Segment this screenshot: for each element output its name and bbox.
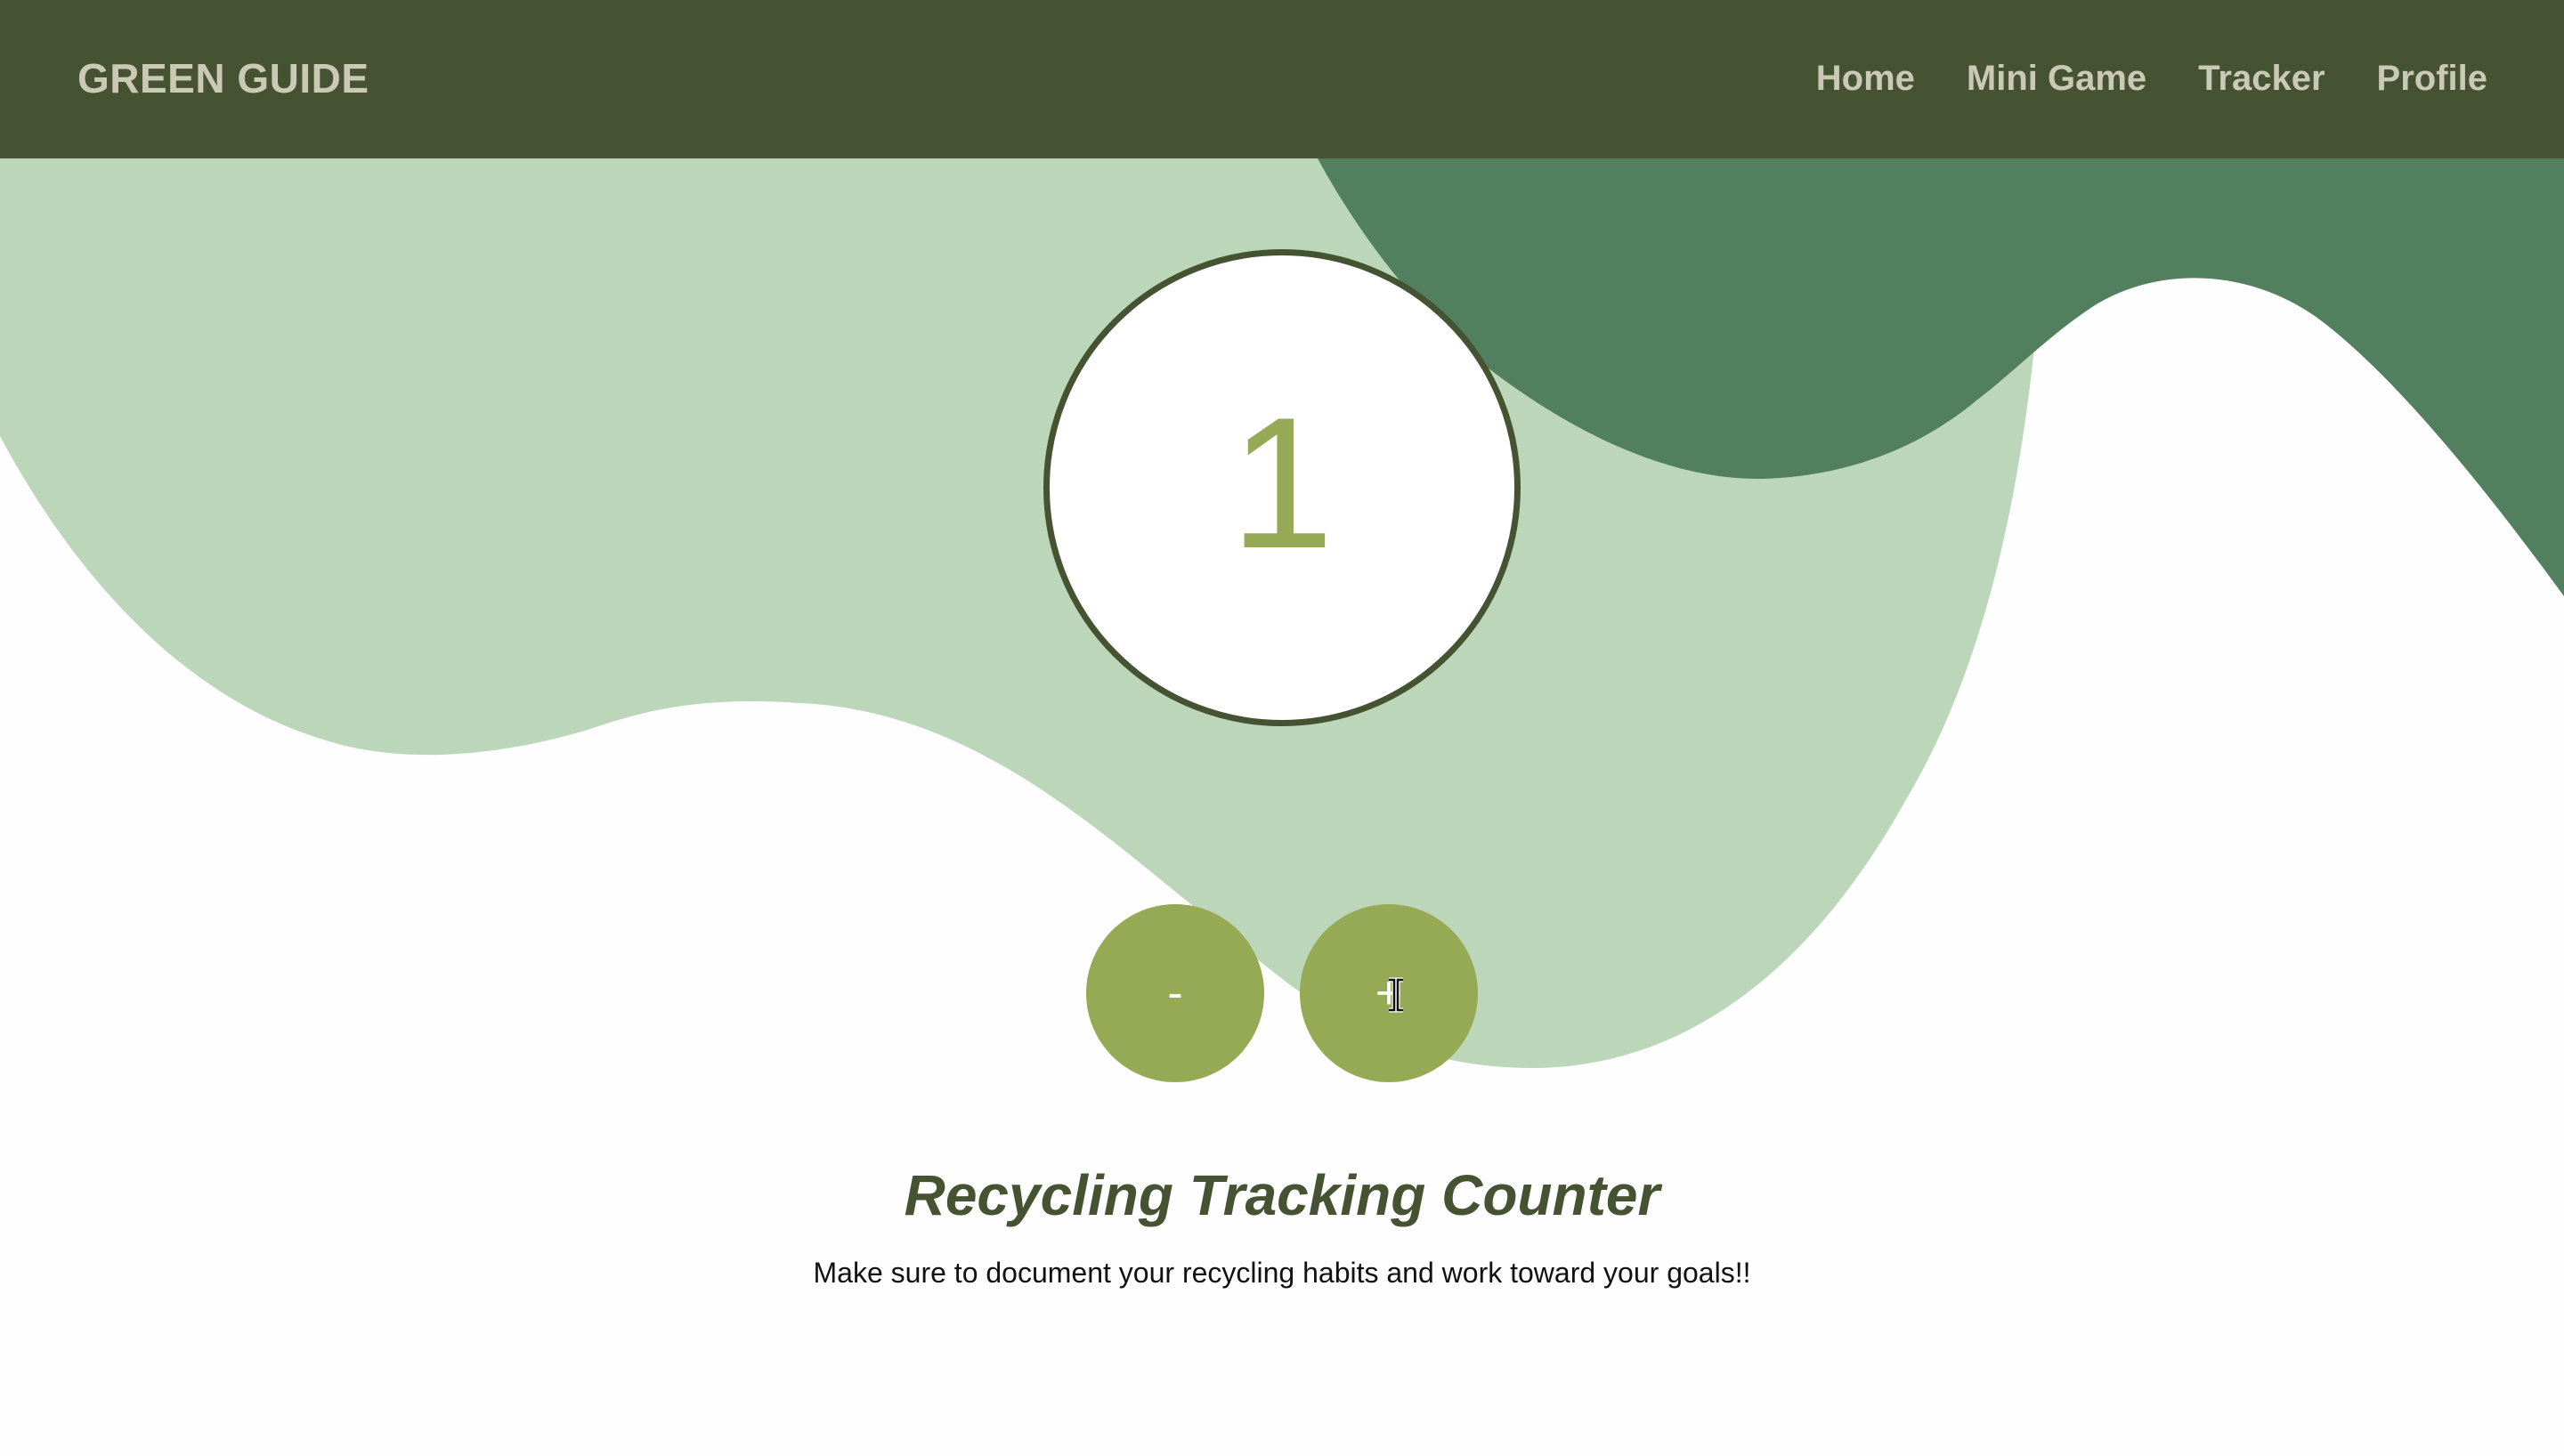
nav-link-tracker[interactable]: Tracker [2198, 52, 2325, 105]
brand-logo-text[interactable]: GREEN GUIDE [77, 52, 369, 105]
text-cursor-icon [1389, 977, 1403, 1013]
nav-link-profile[interactable]: Profile [2377, 52, 2487, 105]
counter-value: 1 [1229, 378, 1335, 587]
page: GREEN GUIDE Home Mini Game Tracker Profi… [0, 0, 2564, 1456]
background-decoration [0, 158, 2564, 1068]
decrement-button[interactable]: - [1086, 904, 1264, 1082]
page-title: Recycling Tracking Counter [904, 1162, 1660, 1227]
page-subtitle: Make sure to document your recycling hab… [813, 1257, 1751, 1289]
nav-link-home[interactable]: Home [1816, 52, 1915, 105]
nav-links: Home Mini Game Tracker Profile [1816, 52, 2487, 105]
counter-display: 1 [1043, 249, 1521, 726]
nav-link-mini-game[interactable]: Mini Game [1967, 52, 2146, 105]
top-navbar: GREEN GUIDE Home Mini Game Tracker Profi… [0, 0, 2564, 158]
